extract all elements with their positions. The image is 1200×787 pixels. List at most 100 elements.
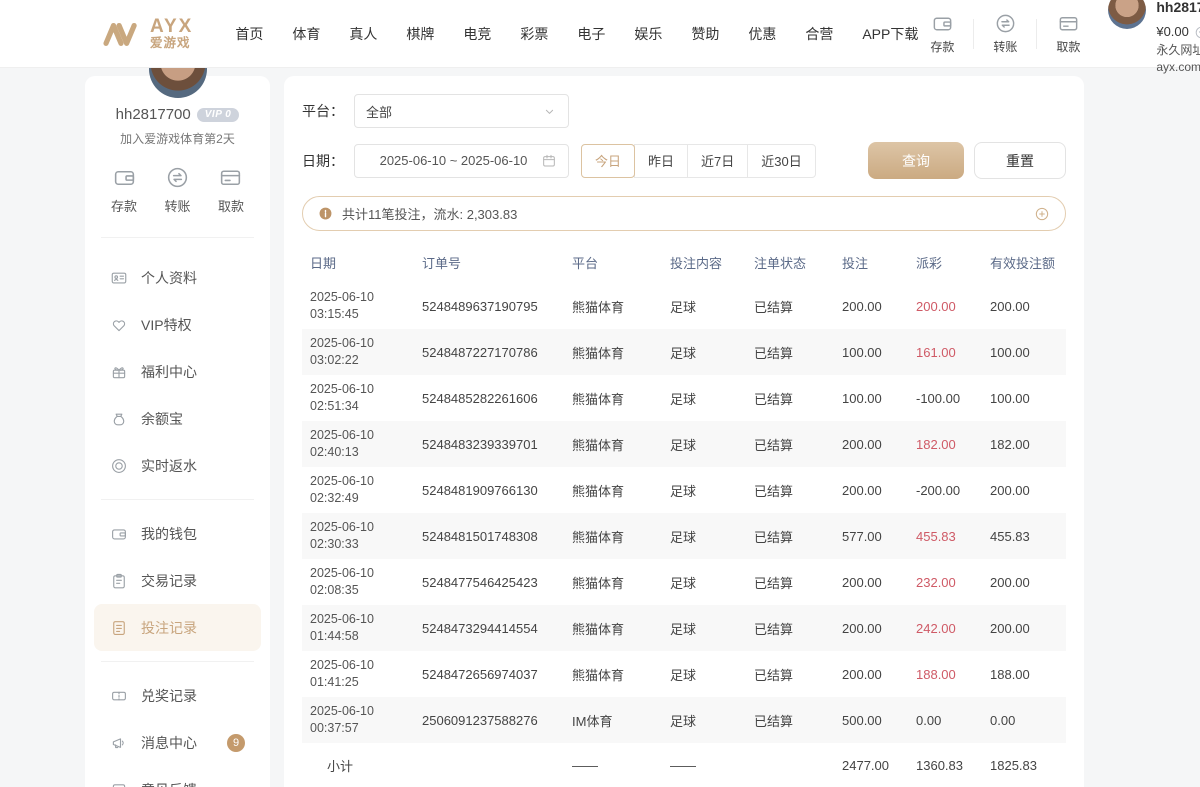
- sidebar-item-feedback[interactable]: 意见反馈: [94, 766, 261, 787]
- wallet-icon: [931, 12, 954, 35]
- cell-bet: 500.00: [842, 713, 916, 728]
- cell-valid: 182.00: [990, 437, 1062, 452]
- nav-item[interactable]: 赞助: [691, 24, 719, 44]
- cell-order: 5248483239339701: [422, 437, 572, 452]
- cell-platform: 熊猫体育: [572, 297, 670, 316]
- table-row: 2025-06-1002:30:335248481501748308熊猫体育足球…: [302, 513, 1066, 559]
- cell-status: 已结算: [754, 343, 842, 362]
- sidebar-action-withdraw[interactable]: 取款: [218, 165, 244, 215]
- table-body: 2025-06-1003:15:455248489637190795熊猫体育足球…: [302, 283, 1066, 787]
- cell-valid: 100.00: [990, 391, 1062, 406]
- nav-item[interactable]: 真人: [349, 24, 377, 44]
- cell-bet: 200.00: [842, 575, 916, 590]
- sidebar-item-records[interactable]: 交易记录: [94, 557, 261, 604]
- cell-order: 2506091237588276: [422, 713, 572, 728]
- message-icon: [110, 734, 128, 752]
- sidebar-item-message[interactable]: 消息中心9: [94, 719, 261, 766]
- cell-platform: 熊猫体育: [572, 665, 670, 684]
- balance-chevron-icon[interactable]: [1194, 25, 1200, 40]
- nav-item[interactable]: APP下载: [862, 24, 918, 44]
- cell-content: 足球: [670, 573, 754, 592]
- cell-payout: 455.83: [916, 529, 990, 544]
- cell-bet: 100.00: [842, 391, 916, 406]
- cell-date: 2025-06-1003:15:45: [310, 289, 422, 323]
- quick-range-button[interactable]: 今日: [581, 144, 635, 178]
- subtotal-cell: ——: [670, 758, 754, 773]
- sidebar-item-label: 投注记录: [141, 618, 197, 638]
- quick-range-button[interactable]: 近30日: [747, 144, 815, 178]
- header-right: 存款转账取款 hh2817700 VIP 0 ¥0.00 永久网址: ayx.c…: [918, 0, 1200, 76]
- brand-logo[interactable]: AYX 爱游戏: [100, 17, 193, 50]
- cell-valid: 0.00: [990, 713, 1062, 728]
- date-range-input[interactable]: 2025-06-10 ~ 2025-06-10: [354, 144, 569, 178]
- nav-item[interactable]: 首页: [235, 24, 263, 44]
- sidebar-item-label: 我的钱包: [141, 524, 197, 544]
- cell-date: 2025-06-1003:02:22: [310, 335, 422, 369]
- header-action-transfer[interactable]: 转账: [981, 12, 1029, 55]
- avatar[interactable]: [1108, 0, 1146, 29]
- transfer-icon: [165, 165, 190, 190]
- sidebar-item-bet-records[interactable]: 投注记录: [94, 604, 261, 651]
- sidebar-item-label: 交易记录: [141, 571, 197, 591]
- cell-content: 足球: [670, 711, 754, 730]
- cell-payout: 0.00: [916, 713, 990, 728]
- cell-payout: 182.00: [916, 437, 990, 452]
- cell-valid: 455.83: [990, 529, 1062, 544]
- nav-item[interactable]: 电子: [577, 24, 605, 44]
- subtotal-cell: 1360.83: [916, 758, 990, 773]
- sidebar-item-prize[interactable]: 兑奖记录: [94, 672, 261, 719]
- header-action-withdraw[interactable]: 取款: [1044, 12, 1092, 55]
- cell-bet: 200.00: [842, 667, 916, 682]
- header-action-wallet[interactable]: 存款: [918, 12, 966, 55]
- username: hh2817700: [1156, 0, 1200, 17]
- column-header: 投注内容: [670, 253, 754, 272]
- reset-button[interactable]: 重置: [974, 142, 1066, 179]
- platform-filter-row: 平台： 全部: [302, 94, 1066, 128]
- cell-platform: 熊猫体育: [572, 481, 670, 500]
- main-content: 平台： 全部 日期： 2025-06-10 ~ 2025-06-10 今日昨日近…: [284, 76, 1084, 787]
- platform-select[interactable]: 全部: [354, 94, 569, 128]
- nav-item[interactable]: 电竞: [463, 24, 491, 44]
- nav-item[interactable]: 优惠: [748, 24, 776, 44]
- table-row: 2025-06-1001:41:255248472656974037熊猫体育足球…: [302, 651, 1066, 697]
- cell-content: 足球: [670, 389, 754, 408]
- sidebar-item-label: 兑奖记录: [141, 686, 197, 706]
- cell-payout: 232.00: [916, 575, 990, 590]
- gift-icon: [110, 363, 128, 381]
- cell-status: 已结算: [754, 665, 842, 684]
- divider: [973, 19, 974, 49]
- page-body: hh2817700 VIP 0 加入爱游戏体育第2天 存款转账取款 个人资料VI…: [0, 76, 1200, 787]
- cell-order: 5248481501748308: [422, 529, 572, 544]
- nav-item[interactable]: 棋牌: [406, 24, 434, 44]
- sidebar-vip-badge: VIP 0: [197, 108, 240, 122]
- sidebar-item-wallet[interactable]: 我的钱包: [94, 510, 261, 557]
- sidebar-action-transfer[interactable]: 转账: [164, 165, 190, 215]
- quick-range-button[interactable]: 近7日: [687, 144, 748, 178]
- nav-item[interactable]: 彩票: [520, 24, 548, 44]
- cell-content: 足球: [670, 435, 754, 454]
- sidebar-item-id-card[interactable]: 个人资料: [94, 254, 261, 301]
- query-button[interactable]: 查询: [868, 142, 964, 179]
- feedback-icon: [110, 781, 128, 787]
- sidebar-action-wallet[interactable]: 存款: [111, 165, 137, 215]
- sidebar-item-money-bag[interactable]: 余额宝: [94, 395, 261, 442]
- sidebar-item-gift[interactable]: 福利中心: [94, 348, 261, 395]
- sidebar-item-vip-heart[interactable]: VIP特权: [94, 301, 261, 348]
- plus-circle-icon[interactable]: [1034, 206, 1050, 222]
- nav-item[interactable]: 娱乐: [634, 24, 662, 44]
- quick-range-button[interactable]: 昨日: [634, 144, 688, 178]
- nav-item[interactable]: 体育: [292, 24, 320, 44]
- records-icon: [110, 572, 128, 590]
- vip-heart-icon: [110, 316, 128, 334]
- table-row: 2025-06-1002:40:135248483239339701熊猫体育足球…: [302, 421, 1066, 467]
- cell-status: 已结算: [754, 435, 842, 454]
- subtotal-cell: ——: [572, 758, 670, 773]
- nav-item[interactable]: 合营: [805, 24, 833, 44]
- subtotal-cell: 2477.00: [842, 758, 916, 773]
- sidebar-action-label: 转账: [164, 196, 190, 215]
- sidebar-item-rebate[interactable]: 实时返水: [94, 442, 261, 489]
- sidebar-menu: 个人资料VIP特权福利中心余额宝实时返水我的钱包交易记录投注记录兑奖记录消息中心…: [85, 244, 270, 787]
- main-nav: 首页 体育 真人 棋牌 电竞 彩票 电子 娱乐 赞助 优惠 合营 APP下载: [235, 24, 918, 44]
- brand-name: AYX 爱游戏: [150, 17, 193, 50]
- joined-days-text: 加入爱游戏体育第2天: [85, 130, 270, 147]
